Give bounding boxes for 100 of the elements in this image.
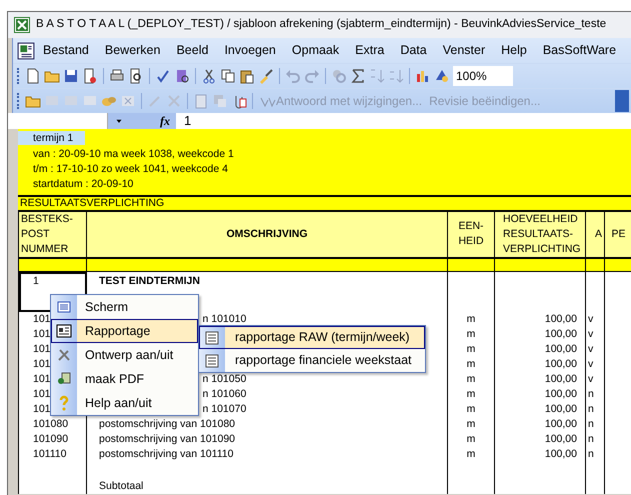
menu-item[interactable]: maak PDF [51, 367, 198, 391]
cell-value: 101 [33, 358, 51, 370]
cell-value: postomschrijving van 101090 [99, 432, 235, 445]
selected-cell[interactable]: 1 [18, 272, 86, 312]
function-label[interactable]: fx [160, 112, 170, 130]
chart-icon[interactable] [415, 68, 431, 84]
cell-value: 1 [33, 275, 39, 288]
cell-value: 101 [33, 328, 51, 340]
menu-item[interactable]: Bewerken [96, 39, 168, 62]
cell-value: 100,00 [544, 358, 577, 370]
cell-value: postomschrijving van 101110 [99, 448, 234, 460]
menu-item[interactable]: BasSoftWare [534, 39, 624, 62]
cell-value: postomschrijving van 101080 [99, 418, 235, 430]
menu-item[interactable]: Data [392, 39, 435, 62]
cell-value: 100,00 [544, 342, 577, 355]
column-header: A [594, 226, 602, 242]
cell-value: m [466, 342, 476, 355]
cell-value: 100,00 [544, 402, 577, 415]
menu-item[interactable]: Ontwerp aan/uit [51, 343, 198, 367]
cell-value: n [588, 448, 594, 460]
clipboard-icon[interactable] [193, 93, 209, 109]
cell-value: 101 [33, 402, 51, 415]
spreadsheet-icon [14, 17, 30, 33]
menu-item[interactable]: rapportage financiele weekstaat [199, 349, 425, 372]
pdf-icon [56, 371, 72, 387]
report-icon [56, 323, 72, 339]
undo-icon[interactable] [285, 68, 301, 84]
redo-icon[interactable] [304, 68, 320, 84]
save-icon[interactable] [63, 68, 79, 84]
column-header: PE [611, 226, 626, 242]
column-header: BESTEKS- POST NUMMER [21, 212, 73, 256]
cell-value: 101 [33, 312, 51, 325]
cell-value: 100,00 [544, 448, 577, 460]
cell-value: 100,00 [544, 328, 577, 340]
cell-value: 100,00 [544, 388, 577, 400]
cell-value: 101110 [33, 448, 66, 460]
menu-item[interactable]: Help [493, 39, 535, 62]
cell-value: n [588, 418, 594, 430]
menu-item[interactable]: Beeld [168, 39, 216, 62]
copy-icon[interactable] [220, 68, 236, 84]
cell-value: 100,00 [544, 312, 577, 325]
cell-value: m [466, 402, 476, 415]
menu-item[interactable]: Help aan/uit [51, 391, 198, 415]
menu-item[interactable]: rapportage RAW (termijn/week) [199, 326, 425, 349]
spelling-icon[interactable] [155, 68, 171, 84]
cell-value: m [466, 418, 476, 430]
cell-value: 100,00 [544, 432, 577, 445]
cell-value: n 101010 [202, 312, 246, 325]
cell-value: v [588, 358, 594, 370]
cell-value: m [466, 448, 476, 460]
screen-icon [56, 299, 72, 315]
cell-value: v [588, 342, 594, 355]
menu-item[interactable]: Rapportage [51, 319, 198, 343]
delete-icon[interactable] [120, 93, 136, 109]
term-info-text: startdatum : 20-09-10 [32, 176, 134, 192]
cell-value: n 101050 [202, 372, 246, 385]
cell-value: 101 [33, 342, 51, 355]
sigma-icon[interactable] [350, 68, 366, 84]
cell-value: n [588, 432, 594, 445]
cell-value: n [588, 402, 594, 415]
formula-value[interactable]: 1 [184, 111, 192, 131]
scissors-icon[interactable] [201, 68, 217, 84]
cell-value: m [466, 358, 476, 370]
menu-item[interactable]: Extra [347, 39, 392, 62]
cell-value: m [466, 312, 476, 325]
cell-value: n [588, 388, 594, 400]
cell-value: 101080 [33, 418, 68, 430]
checkmark-icon [260, 96, 276, 108]
cell-value: v [588, 372, 594, 385]
sort-descending-icon[interactable] [388, 68, 404, 84]
cell-value: 100,00 [544, 418, 577, 430]
spreadsheet-icon[interactable] [17, 42, 35, 60]
menu-item[interactable]: Opmaak [284, 39, 348, 62]
cell-value: m [466, 432, 476, 445]
cell-value: m [466, 372, 476, 385]
column-header: HOEVEELHEID RESULTAATS- VERPLICHTING [503, 212, 581, 256]
cell-value: 101 [33, 372, 51, 385]
cell-value: m [466, 328, 476, 340]
row-heading: TEST EINDTERMIJN [99, 275, 200, 288]
menu-item[interactable]: Bestand [35, 39, 97, 62]
cell-value: v [588, 312, 594, 325]
menu-item[interactable]: Invoegen [216, 39, 284, 62]
document-icon [204, 352, 220, 368]
menu-item[interactable]: Venster [434, 39, 494, 62]
cell-value: v [588, 328, 594, 340]
cell-value: 100,00 [544, 372, 577, 385]
section-title: RESULTAATSVERPLICHTING [18, 196, 631, 212]
cell-value: n 101060 [202, 388, 246, 400]
cell-value: Subtotaal [99, 480, 144, 492]
cell-value: 101 [33, 388, 51, 400]
document-icon[interactable] [82, 68, 98, 84]
clipboard-icon[interactable] [239, 68, 255, 84]
new-document-icon[interactable] [25, 68, 41, 84]
column-header: OMSCHRIJVING [226, 226, 308, 242]
cell-value: m [466, 388, 476, 400]
document-icon [204, 330, 220, 346]
zoom-field[interactable]: 100% [453, 66, 513, 86]
term-info-text: van : 20-09-10 ma week 1038, weekcode 1 [32, 146, 235, 162]
drawing-icon[interactable] [434, 68, 450, 84]
brush-icon[interactable] [258, 68, 274, 84]
